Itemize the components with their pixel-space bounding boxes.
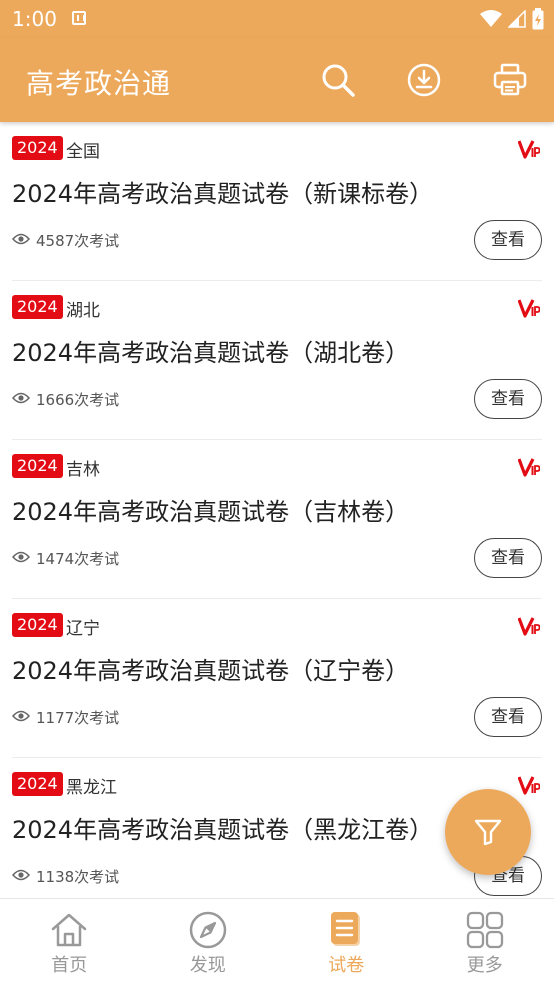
paper-card[interactable]: 2024 辽宁 2024年高考政治真题试卷（辽宁卷） 1177次考试 查看 bbox=[0, 599, 554, 758]
vip-icon bbox=[518, 140, 540, 159]
search-button[interactable] bbox=[314, 56, 362, 104]
nav-label: 发现 bbox=[189, 955, 226, 976]
signal-icon bbox=[508, 10, 526, 28]
view-button[interactable]: 查看 bbox=[474, 538, 542, 578]
eye-icon bbox=[12, 551, 30, 563]
nav-item-more[interactable]: 更多 bbox=[416, 899, 554, 984]
filter-button[interactable] bbox=[445, 789, 531, 875]
paper-title[interactable]: 2024年高考政治真题试卷（湖北卷） bbox=[12, 333, 409, 368]
battery-icon bbox=[532, 8, 544, 30]
nav-item-discover[interactable]: 发现 bbox=[139, 899, 278, 984]
app-bar: 高考政治通 bbox=[0, 38, 554, 122]
home-icon bbox=[52, 913, 87, 947]
year-badge: 2024 bbox=[12, 136, 63, 160]
region-label: 吉林 bbox=[66, 460, 100, 480]
year-badge: 2024 bbox=[12, 772, 63, 796]
eye-icon bbox=[12, 233, 30, 245]
region-label: 湖北 bbox=[66, 301, 100, 321]
notification-icon bbox=[72, 11, 86, 25]
nav-item-home[interactable]: 首页 bbox=[0, 899, 139, 984]
download-button[interactable] bbox=[400, 56, 448, 104]
paper-card[interactable]: 2024 吉林 2024年高考政治真题试卷（吉林卷） 1474次考试 查看 bbox=[0, 440, 554, 599]
eye-icon bbox=[12, 710, 30, 722]
status-time: 1:00 bbox=[12, 7, 57, 31]
wifi-icon bbox=[480, 10, 502, 27]
compass-icon bbox=[189, 911, 226, 949]
eye-icon bbox=[12, 869, 30, 881]
exam-count: 1138次考试 bbox=[36, 868, 120, 886]
status-icons bbox=[480, 7, 544, 31]
print-icon bbox=[493, 63, 527, 96]
paper-title[interactable]: 2024年高考政治真题试卷（辽宁卷） bbox=[12, 651, 409, 686]
year-badge: 2024 bbox=[12, 295, 63, 319]
region-label: 黑龙江 bbox=[66, 778, 117, 798]
eye-icon bbox=[12, 392, 30, 404]
exam-count: 4587次考试 bbox=[36, 232, 120, 250]
bottom-nav: 首页 发现 试卷 更多 bbox=[0, 898, 554, 984]
vip-icon bbox=[518, 776, 540, 795]
app-title: 高考政治通 bbox=[26, 67, 172, 100]
view-button[interactable]: 查看 bbox=[474, 697, 542, 737]
download-icon bbox=[407, 63, 441, 97]
year-badge: 2024 bbox=[12, 613, 63, 637]
exam-count: 1666次考试 bbox=[36, 391, 120, 409]
paper-title[interactable]: 2024年高考政治真题试卷（吉林卷） bbox=[12, 492, 409, 527]
nav-item-papers[interactable]: 试卷 bbox=[277, 899, 416, 984]
grid-icon bbox=[466, 911, 503, 949]
nav-label: 更多 bbox=[466, 955, 503, 976]
nav-label: 首页 bbox=[51, 955, 88, 976]
filter-icon bbox=[474, 819, 502, 846]
paper-icon bbox=[331, 912, 361, 946]
exam-count: 1474次考试 bbox=[36, 550, 120, 568]
paper-list[interactable]: 2024 全国 2024年高考政治真题试卷（新课标卷） 4587次考试 查看 2… bbox=[0, 122, 554, 898]
paper-title[interactable]: 2024年高考政治真题试卷（新课标卷） bbox=[12, 174, 433, 209]
paper-title[interactable]: 2024年高考政治真题试卷（黑龙江卷） bbox=[12, 810, 433, 845]
vip-icon bbox=[518, 458, 540, 477]
view-button[interactable]: 查看 bbox=[474, 379, 542, 419]
paper-card[interactable]: 2024 全国 2024年高考政治真题试卷（新课标卷） 4587次考试 查看 bbox=[0, 122, 554, 281]
nav-label: 试卷 bbox=[328, 955, 365, 976]
region-label: 全国 bbox=[66, 142, 100, 162]
region-label: 辽宁 bbox=[66, 619, 100, 639]
status-bar: 1:00 bbox=[0, 0, 554, 38]
view-button[interactable]: 查看 bbox=[474, 220, 542, 260]
vip-icon bbox=[518, 299, 540, 318]
exam-count: 1177次考试 bbox=[36, 709, 120, 727]
paper-card[interactable]: 2024 湖北 2024年高考政治真题试卷（湖北卷） 1666次考试 查看 bbox=[0, 281, 554, 440]
search-icon bbox=[322, 64, 355, 97]
print-button[interactable] bbox=[486, 56, 534, 104]
year-badge: 2024 bbox=[12, 454, 63, 478]
vip-icon bbox=[518, 617, 540, 636]
